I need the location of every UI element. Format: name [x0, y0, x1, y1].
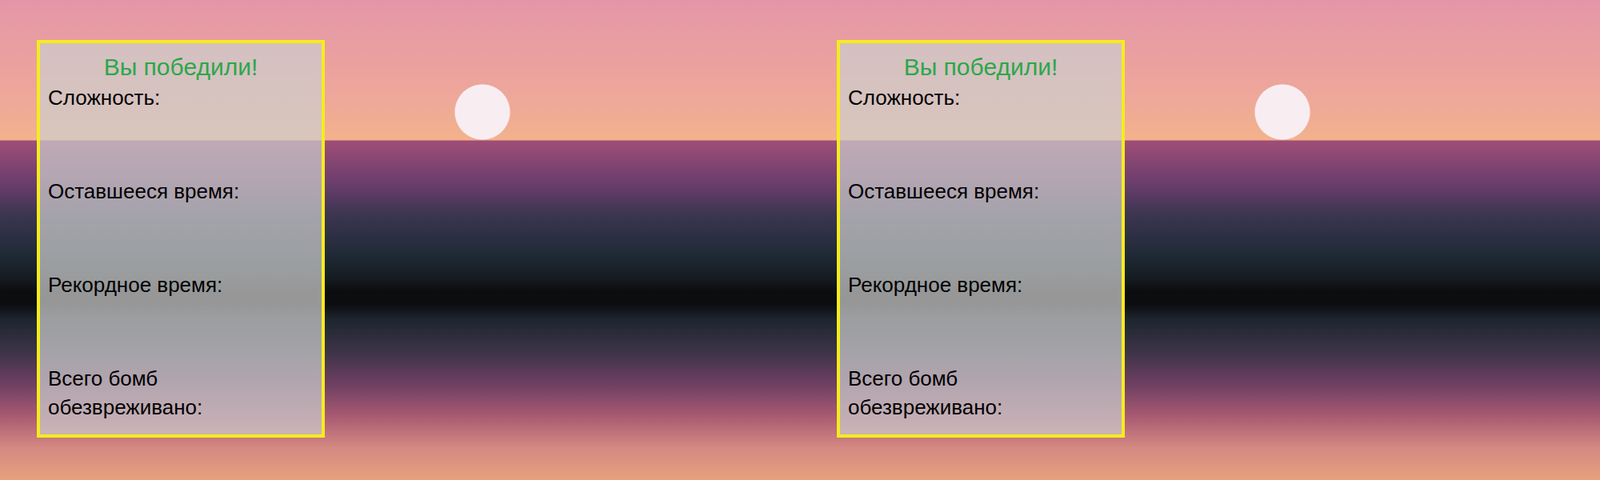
result-field: Всего бомб обезвреживано: — [48, 364, 314, 428]
result-panel: Вы победили!Сложность: Оставшееся время: Р… — [36, 40, 325, 438]
field-label: Сложность: — [848, 83, 1080, 112]
result-field: Сложность: — [48, 83, 314, 177]
field-label: Всего бомб обезвреживано: — [48, 364, 280, 422]
field-label: Рекордное время: — [48, 270, 280, 300]
field-label: Оставшееся время: — [848, 176, 1080, 206]
result-field: Оставшееся время: — [848, 176, 1114, 271]
field-label: Рекордное время: — [848, 270, 1080, 300]
result-field: Сложность: — [848, 83, 1114, 177]
game-screen: Вы победили!Сложность:Оставшееся время:Р… — [0, 0, 1600, 480]
field-label: Сложность: — [48, 83, 280, 112]
win-title: Вы победили! — [48, 51, 314, 84]
field-label: Оставшееся время: — [48, 176, 280, 206]
result-field: Всего бомб обезвреживано: — [848, 364, 1114, 428]
field-label: Всего бомб обезвреживано: — [848, 364, 1080, 422]
city-background: Вы победили!Сложность: Оставшееся время: Р… — [0, 0, 800, 480]
result-field: Оставшееся время: — [48, 176, 314, 271]
result-field: Рекордное время: — [48, 270, 314, 364]
win-title: Вы победили! — [848, 51, 1114, 84]
city-background: Вы победили!Сложность: Оставшееся время: Р… — [800, 0, 1600, 480]
result-field: Рекордное время: — [848, 270, 1114, 364]
result-panel: Вы победили!Сложность: Оставшееся время: Р… — [836, 40, 1125, 438]
